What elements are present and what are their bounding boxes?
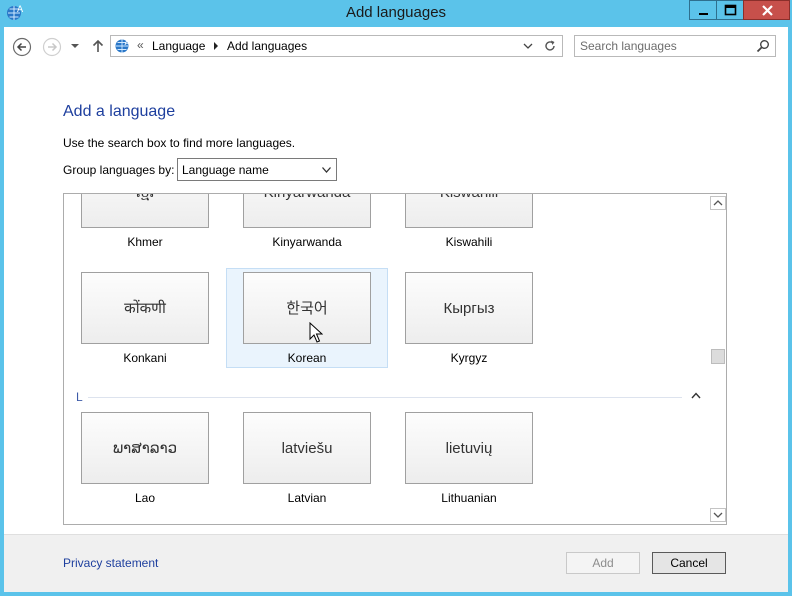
dialog-footer: Privacy statement Add Cancel	[4, 534, 788, 592]
language-native-name: Kinyarwanda	[243, 194, 371, 228]
minimize-button[interactable]	[689, 0, 716, 20]
scroll-up-button[interactable]	[710, 196, 726, 210]
window-title: Add languages	[345, 4, 447, 21]
language-tile-latvian[interactable]: latviešu Latvian	[226, 412, 388, 524]
add-button[interactable]: Add	[566, 552, 640, 574]
search-box[interactable]	[574, 35, 776, 57]
breadcrumb-overflow[interactable]: «	[137, 38, 144, 52]
language-name: Korean	[287, 351, 327, 365]
language-native-name: ខ្មែរ	[81, 194, 209, 228]
language-native-name: कोंकणी	[81, 272, 209, 344]
language-tile-khmer[interactable]: ខ្មែរ Khmer	[64, 194, 226, 276]
minimize-icon	[699, 13, 708, 15]
chevron-down-icon	[713, 512, 723, 518]
language-name: Khmer	[127, 235, 163, 249]
language-name: Kyrgyz	[450, 351, 488, 365]
group-header-divider	[88, 397, 682, 398]
breadcrumb-language[interactable]: Language	[152, 39, 205, 53]
recent-locations-chevron-down-icon[interactable]	[68, 39, 82, 53]
chevron-up-icon	[713, 200, 723, 206]
close-icon	[762, 5, 773, 16]
breadcrumb-separator-icon[interactable]	[213, 42, 219, 50]
close-button[interactable]	[743, 0, 790, 20]
language-name: Kiswahili	[445, 235, 493, 249]
language-native-name: 한국어	[243, 272, 371, 344]
window-client: A « Language Add languages Add a languag…	[4, 27, 788, 592]
language-name: Lao	[134, 491, 156, 505]
language-name: Kinyarwanda	[272, 235, 342, 249]
privacy-statement-link[interactable]: Privacy statement	[63, 556, 158, 570]
up-arrow-icon[interactable]	[90, 38, 106, 54]
address-dropdown-chevron-down-icon[interactable]	[523, 42, 533, 50]
group-header-letter: L	[76, 390, 83, 404]
forward-button[interactable]	[42, 37, 62, 57]
refresh-icon[interactable]	[543, 39, 557, 53]
language-icon: A	[115, 38, 131, 53]
navigation-bar: A « Language Add languages	[4, 27, 788, 65]
language-native-name: Kiswahili	[405, 194, 533, 228]
language-tile-kinyarwanda[interactable]: Kinyarwanda Kinyarwanda	[226, 194, 388, 276]
page-title: Add a language	[63, 103, 176, 120]
language-tile-kiswahili[interactable]: Kiswahili Kiswahili	[388, 194, 550, 276]
vertical-scrollbar[interactable]	[709, 194, 726, 524]
maximize-button[interactable]	[716, 0, 743, 20]
language-name: Lithuanian	[441, 491, 497, 505]
language-tile-lao[interactable]: ພາສາລາວ Lao	[64, 412, 226, 524]
language-name: Latvian	[287, 491, 327, 505]
back-button[interactable]	[12, 37, 32, 57]
cancel-button[interactable]: Cancel	[652, 552, 726, 574]
search-icon[interactable]	[756, 39, 770, 53]
maximize-icon	[724, 4, 737, 16]
language-name: Konkani	[123, 351, 167, 365]
language-native-name: lietuvių	[405, 412, 533, 484]
language-native-name: latviešu	[243, 412, 371, 484]
breadcrumb-add-languages[interactable]: Add languages	[227, 39, 307, 53]
collapse-group-chevron-up-icon[interactable]	[691, 392, 701, 399]
language-tile-kyrgyz[interactable]: Кыргыз Kyrgyz	[388, 272, 550, 392]
scroll-thumb[interactable]	[711, 349, 725, 364]
mouse-cursor-icon	[309, 322, 323, 343]
language-native-name: Кыргыз	[405, 272, 533, 344]
language-tile-lithuanian[interactable]: lietuvių Lithuanian	[388, 412, 550, 524]
group-by-label: Group languages by:	[63, 163, 175, 177]
title-bar: A Add languages	[0, 0, 792, 27]
language-native-name: ພາສາລາວ	[81, 412, 209, 484]
instruction-text: Use the search box to find more language…	[63, 136, 296, 150]
group-by-selected-value: Language name	[182, 163, 269, 177]
chevron-down-icon	[322, 167, 331, 173]
search-input[interactable]	[575, 36, 750, 56]
scroll-down-button[interactable]	[710, 508, 726, 522]
language-list[interactable]: ខ្មែរ Khmer Kinyarwanda Kinyarwanda Kisw…	[63, 193, 727, 525]
language-tile-konkani[interactable]: कोंकणी Konkani	[64, 272, 226, 392]
svg-text:A: A	[125, 38, 131, 47]
address-bar[interactable]: A « Language Add languages	[110, 35, 563, 57]
group-by-select[interactable]: Language name	[177, 158, 337, 181]
language-tile-korean[interactable]: 한국어 Korean	[226, 272, 388, 392]
